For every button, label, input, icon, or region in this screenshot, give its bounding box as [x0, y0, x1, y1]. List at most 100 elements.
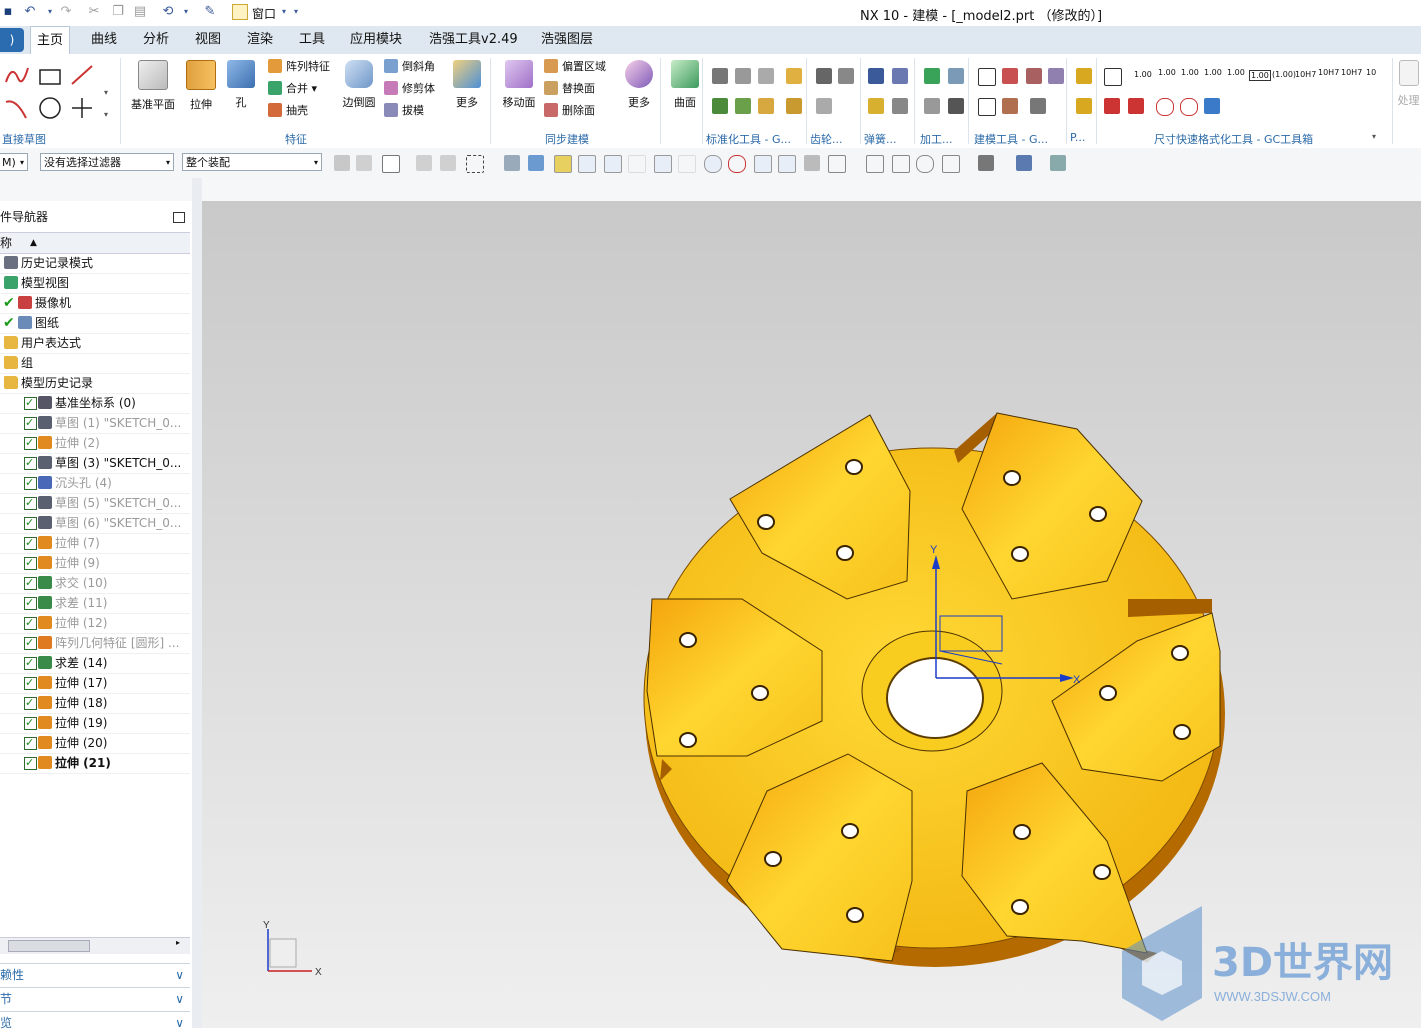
visibility-checkbox[interactable] [24, 613, 37, 633]
repeat-command-icon[interactable]: ⟲ [160, 4, 176, 20]
repeat-dropdown-icon[interactable]: ▾ [178, 4, 194, 20]
snap-point-icon[interactable] [554, 155, 572, 173]
p-tool-icon[interactable] [1076, 68, 1092, 84]
dim-format-button[interactable]: 10 [1366, 68, 1376, 77]
visibility-checkbox[interactable] [24, 493, 37, 513]
tab-analysis[interactable]: 分析 [137, 26, 175, 54]
tree-row[interactable]: 拉伸 (18) [0, 693, 190, 714]
selection-filter-icon[interactable] [528, 155, 544, 171]
panel-preview[interactable]: 览 ∨ [0, 1011, 190, 1034]
column-header-name[interactable]: 称 ▲ [0, 232, 190, 254]
customize-quick-access-icon[interactable]: ▾ [288, 4, 304, 20]
visibility-checkbox[interactable] [24, 413, 37, 433]
visibility-checkbox[interactable] [24, 433, 37, 453]
dim-format-button[interactable]: 10H7 [1295, 70, 1316, 79]
std-tool-icon[interactable] [758, 68, 774, 84]
scrollbar-thumb[interactable] [8, 940, 90, 952]
tab-haoqiang-layer[interactable]: 浩强图层 [535, 26, 599, 54]
tab-tools[interactable]: 工具 [293, 26, 331, 54]
dim-format-button[interactable]: 1.00 [1204, 68, 1222, 77]
tree-row[interactable]: 拉伸 (17) [0, 673, 190, 694]
selection-filter-icon[interactable] [440, 155, 456, 171]
tree-row[interactable]: 拉伸 (2) [0, 433, 190, 454]
snap-bounded-icon[interactable] [828, 155, 846, 173]
tab-render[interactable]: 渲染 [241, 26, 279, 54]
dim-format-button[interactable]: 1.00 [1249, 70, 1271, 81]
visibility-checkbox[interactable] [24, 693, 37, 713]
selection-filter-icon[interactable] [334, 155, 350, 171]
tree-row[interactable]: 模型视图 [0, 273, 190, 294]
model-tool-icon[interactable] [1030, 98, 1046, 114]
rectangle-select-icon[interactable] [466, 155, 484, 173]
model-tool-icon[interactable] [1048, 68, 1064, 84]
gear-tool-icon[interactable] [838, 68, 854, 84]
std-tool-icon[interactable] [758, 98, 774, 114]
render-style-icon[interactable] [978, 155, 994, 171]
tree-row[interactable]: 拉伸 (19) [0, 713, 190, 734]
zoom-icon[interactable] [892, 155, 910, 173]
visibility-checkbox[interactable] [24, 573, 37, 593]
visibility-checkbox[interactable] [24, 533, 37, 553]
model-tool-icon[interactable] [978, 98, 996, 116]
visibility-checkbox[interactable] [24, 653, 37, 673]
fit-view-icon[interactable] [866, 155, 884, 173]
tree-row[interactable]: ✔ 摄像机 [0, 293, 190, 314]
visibility-checkbox[interactable] [24, 513, 37, 533]
std-tool-icon[interactable] [786, 98, 802, 114]
spring-tool-icon[interactable] [892, 98, 908, 114]
touch-mode-icon[interactable]: ✎ [202, 4, 218, 20]
tab-curve[interactable]: 曲线 [85, 26, 123, 54]
sketch-tools-icons[interactable] [4, 62, 104, 122]
tab-application[interactable]: 应用模块 [344, 26, 408, 54]
tree-row[interactable]: 拉伸 (7) [0, 533, 190, 554]
model-tool-icon[interactable] [1002, 68, 1018, 84]
snap-existing-point-icon[interactable] [754, 155, 772, 173]
model-tool-icon[interactable] [1026, 68, 1042, 84]
visibility-checkbox[interactable] [24, 673, 37, 693]
snap-endpoint-icon[interactable] [578, 155, 596, 173]
edge-blend-button[interactable]: 边倒圆 [336, 58, 382, 128]
tree-row[interactable]: 拉伸 (21) [0, 753, 190, 774]
tree-row[interactable]: 拉伸 (9) [0, 553, 190, 574]
tree-row[interactable]: 草图 (5) "SKETCH_0... [0, 493, 190, 514]
dim-tool-icon[interactable] [1104, 98, 1120, 114]
draft-button[interactable]: 拔模 [384, 102, 424, 120]
undo-icon[interactable]: ↶ [22, 4, 38, 20]
machining-tool-icon[interactable] [924, 98, 940, 114]
tab-haoqiang-tools[interactable]: 浩强工具v2.49 [423, 26, 524, 54]
visibility-checkbox[interactable] [24, 553, 37, 573]
selection-filter-icon[interactable] [416, 155, 432, 171]
trim-body-button[interactable]: 修剪体 [384, 80, 435, 98]
more-sync-button[interactable]: 更多 [616, 58, 662, 128]
delete-face-button[interactable]: 删除面 [544, 102, 595, 120]
tree-row[interactable]: 组 [0, 353, 190, 374]
spring-tool-icon[interactable] [868, 98, 884, 114]
dim-tool-icon[interactable] [1156, 98, 1174, 116]
tab-home[interactable]: 主页 [30, 26, 71, 56]
dim-format-button[interactable]: 1.00 [1158, 68, 1176, 77]
tree-row[interactable]: 求差 (11) [0, 593, 190, 614]
menu-dropdown[interactable]: M) ▾ [0, 153, 28, 171]
tree-row[interactable]: 草图 (3) "SKETCH_0... [0, 453, 190, 474]
visibility-checkbox[interactable] [24, 593, 37, 613]
hole-button[interactable]: 孔 [218, 58, 264, 128]
visibility-checkbox[interactable] [24, 633, 37, 653]
tab-view[interactable]: 视图 [189, 26, 227, 54]
tree-row[interactable]: ✔ 图纸 [0, 313, 190, 334]
tree-row[interactable]: 基准坐标系 (0) [0, 393, 190, 414]
tree-row[interactable]: 草图 (1) "SKETCH_0... [0, 413, 190, 434]
selection-scope-select[interactable]: 整个装配 ▾ [182, 153, 322, 171]
offset-region-button[interactable]: 偏置区域 [544, 58, 606, 76]
std-tool-icon[interactable] [712, 98, 728, 114]
scroll-right-icon[interactable]: ▸ [176, 938, 180, 947]
tree-row[interactable]: 求差 (14) [0, 653, 190, 674]
dim-format-button[interactable]: 1.00 [1227, 68, 1245, 77]
visibility-checkbox[interactable] [24, 733, 37, 753]
snap-face-icon[interactable] [804, 155, 820, 171]
machining-tool-icon[interactable] [948, 98, 964, 114]
window-menu[interactable]: 窗口 [252, 5, 276, 22]
window-icon[interactable] [232, 4, 248, 20]
more-features-button[interactable]: 更多 [444, 58, 490, 128]
rotate-icon[interactable] [916, 155, 934, 173]
dim-format-button[interactable]: (1.00) [1272, 70, 1296, 79]
